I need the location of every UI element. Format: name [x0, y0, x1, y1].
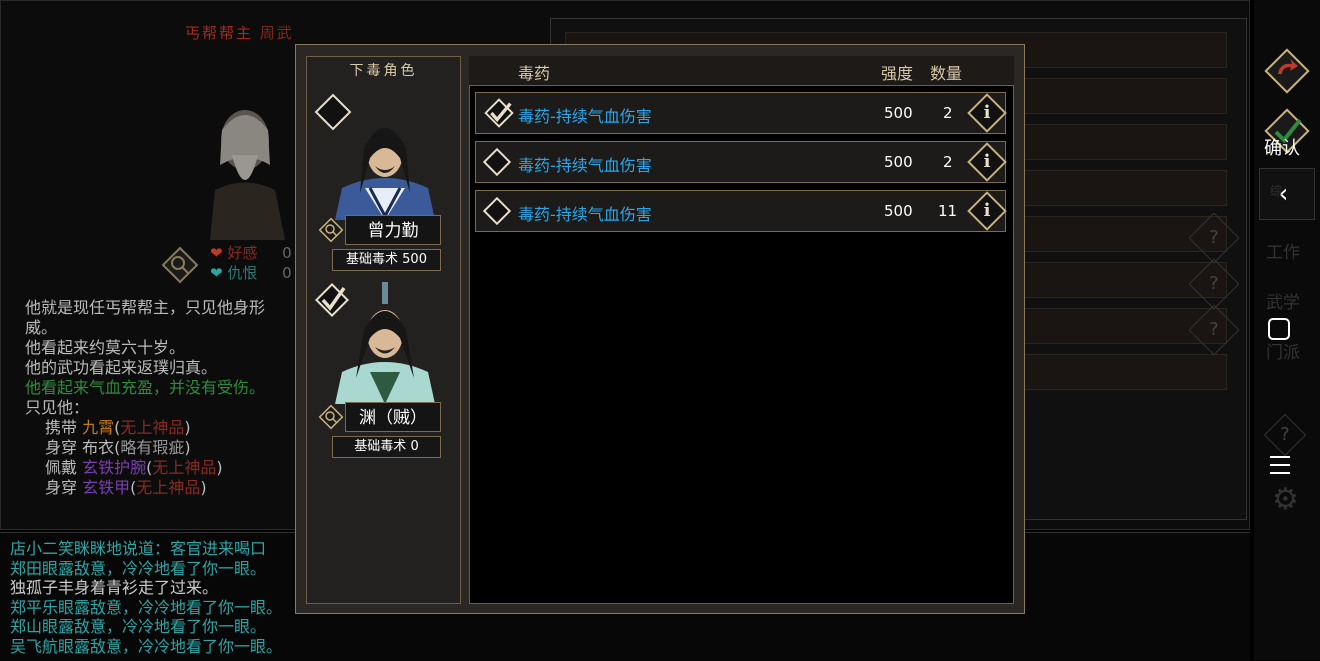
- column-header-poison: 毒药: [518, 64, 551, 83]
- description-line: 威。: [25, 318, 58, 337]
- poison-row[interactable]: 毒药-持续气血伤害 500 2 i: [475, 141, 1007, 183]
- relation-stats: ❤ 好感 0 ❤ 仇恨 0: [210, 244, 292, 282]
- poison-list: [469, 56, 1014, 604]
- character-portrait: [335, 282, 435, 404]
- poison-row[interactable]: 毒药-持续气血伤害 500 2 i: [475, 92, 1007, 134]
- poison-count: 2: [943, 153, 953, 171]
- npc-portrait: [210, 110, 285, 240]
- column-header-strength: 强度: [881, 64, 914, 83]
- poison-count: 11: [938, 202, 958, 220]
- info-icon[interactable]: i: [967, 142, 1007, 182]
- side-menu-item[interactable]: 门派: [1266, 340, 1300, 366]
- character-skill: 基础毒术 0: [332, 436, 441, 458]
- poison-select-checkbox[interactable]: [482, 147, 512, 177]
- log-line: 吴飞航眼露敌意，冷冷地看了你一眼。: [10, 636, 283, 656]
- character-skill: 基础毒术 500: [332, 249, 441, 271]
- side-menu-labels: 工作 武学 门派: [1266, 240, 1300, 366]
- refresh-icon[interactable]: [1262, 46, 1312, 96]
- poison-strength: 500: [884, 202, 913, 220]
- npc-description: 他就是现任丐帮帮主，只见他身形 威。 他看起来约莫六十岁。 他的武功看起来返璞归…: [25, 298, 265, 498]
- poison-select-checkbox[interactable]: [482, 96, 516, 130]
- equipment-line: 携带 九霄(无上神品): [45, 418, 191, 437]
- side-menu-item[interactable]: 综: [1270, 182, 1282, 199]
- help-icon[interactable]: ?: [1188, 304, 1240, 356]
- info-icon[interactable]: i: [967, 93, 1007, 133]
- log-line: 郑山眼露敌意，冷冷地看了你一眼。: [10, 617, 267, 636]
- magnifier-icon[interactable]: [318, 404, 344, 430]
- poison-select-checkbox[interactable]: [482, 196, 512, 226]
- equipment-line: 身穿 玄铁甲(无上神品): [45, 478, 207, 497]
- column-header-count: 数量: [930, 64, 963, 83]
- help-icon[interactable]: ?: [1188, 258, 1240, 310]
- equipment-line: 身穿 布衣(略有瑕疵): [45, 438, 191, 457]
- poison-count: 2: [943, 104, 953, 122]
- poison-name: 毒药-持续气血伤害: [518, 107, 652, 126]
- description-line: 他的武功看起来返璞归真。: [25, 358, 218, 377]
- character-name: 渊（贼）: [345, 402, 441, 432]
- help-icon[interactable]: ?: [1263, 413, 1307, 457]
- equipment-line: 佩戴 玄铁护腕(无上神品): [45, 458, 223, 477]
- description-line: 他看起来约莫六十岁。: [25, 338, 186, 357]
- poison-name: 毒药-持续气血伤害: [518, 205, 652, 224]
- help-icon[interactable]: ?: [1188, 212, 1240, 264]
- character-name: 曾力勤: [345, 215, 441, 245]
- character-list-header: 下毒角色: [349, 63, 418, 79]
- hamburger-menu-icon[interactable]: [1270, 456, 1290, 474]
- description-line: 他就是现任丐帮帮主，只见他身形: [25, 298, 266, 317]
- confirm-button[interactable]: 确认: [1260, 106, 1314, 159]
- side-menu-item[interactable]: 武学: [1266, 290, 1300, 316]
- description-line: 只见他：: [25, 398, 90, 417]
- poison-strength: 500: [884, 104, 913, 122]
- side-menu-item[interactable]: 工作: [1266, 240, 1300, 266]
- magnifier-icon[interactable]: [318, 217, 344, 243]
- npc-title: 丐帮帮主 周武: [185, 24, 294, 42]
- description-line: 他看起来气血充盈，并没有受伤。: [25, 378, 266, 397]
- poison-strength: 500: [884, 153, 913, 171]
- character-portrait: [335, 128, 435, 220]
- back-button[interactable]: ‹: [1259, 168, 1315, 220]
- poison-row[interactable]: 毒药-持续气血伤害 500 11 i: [475, 190, 1007, 232]
- settings-gear-icon[interactable]: ⚙: [1272, 482, 1299, 517]
- magnifier-icon[interactable]: [160, 245, 200, 285]
- info-icon[interactable]: i: [967, 191, 1007, 231]
- poison-name: 毒药-持续气血伤害: [518, 156, 652, 175]
